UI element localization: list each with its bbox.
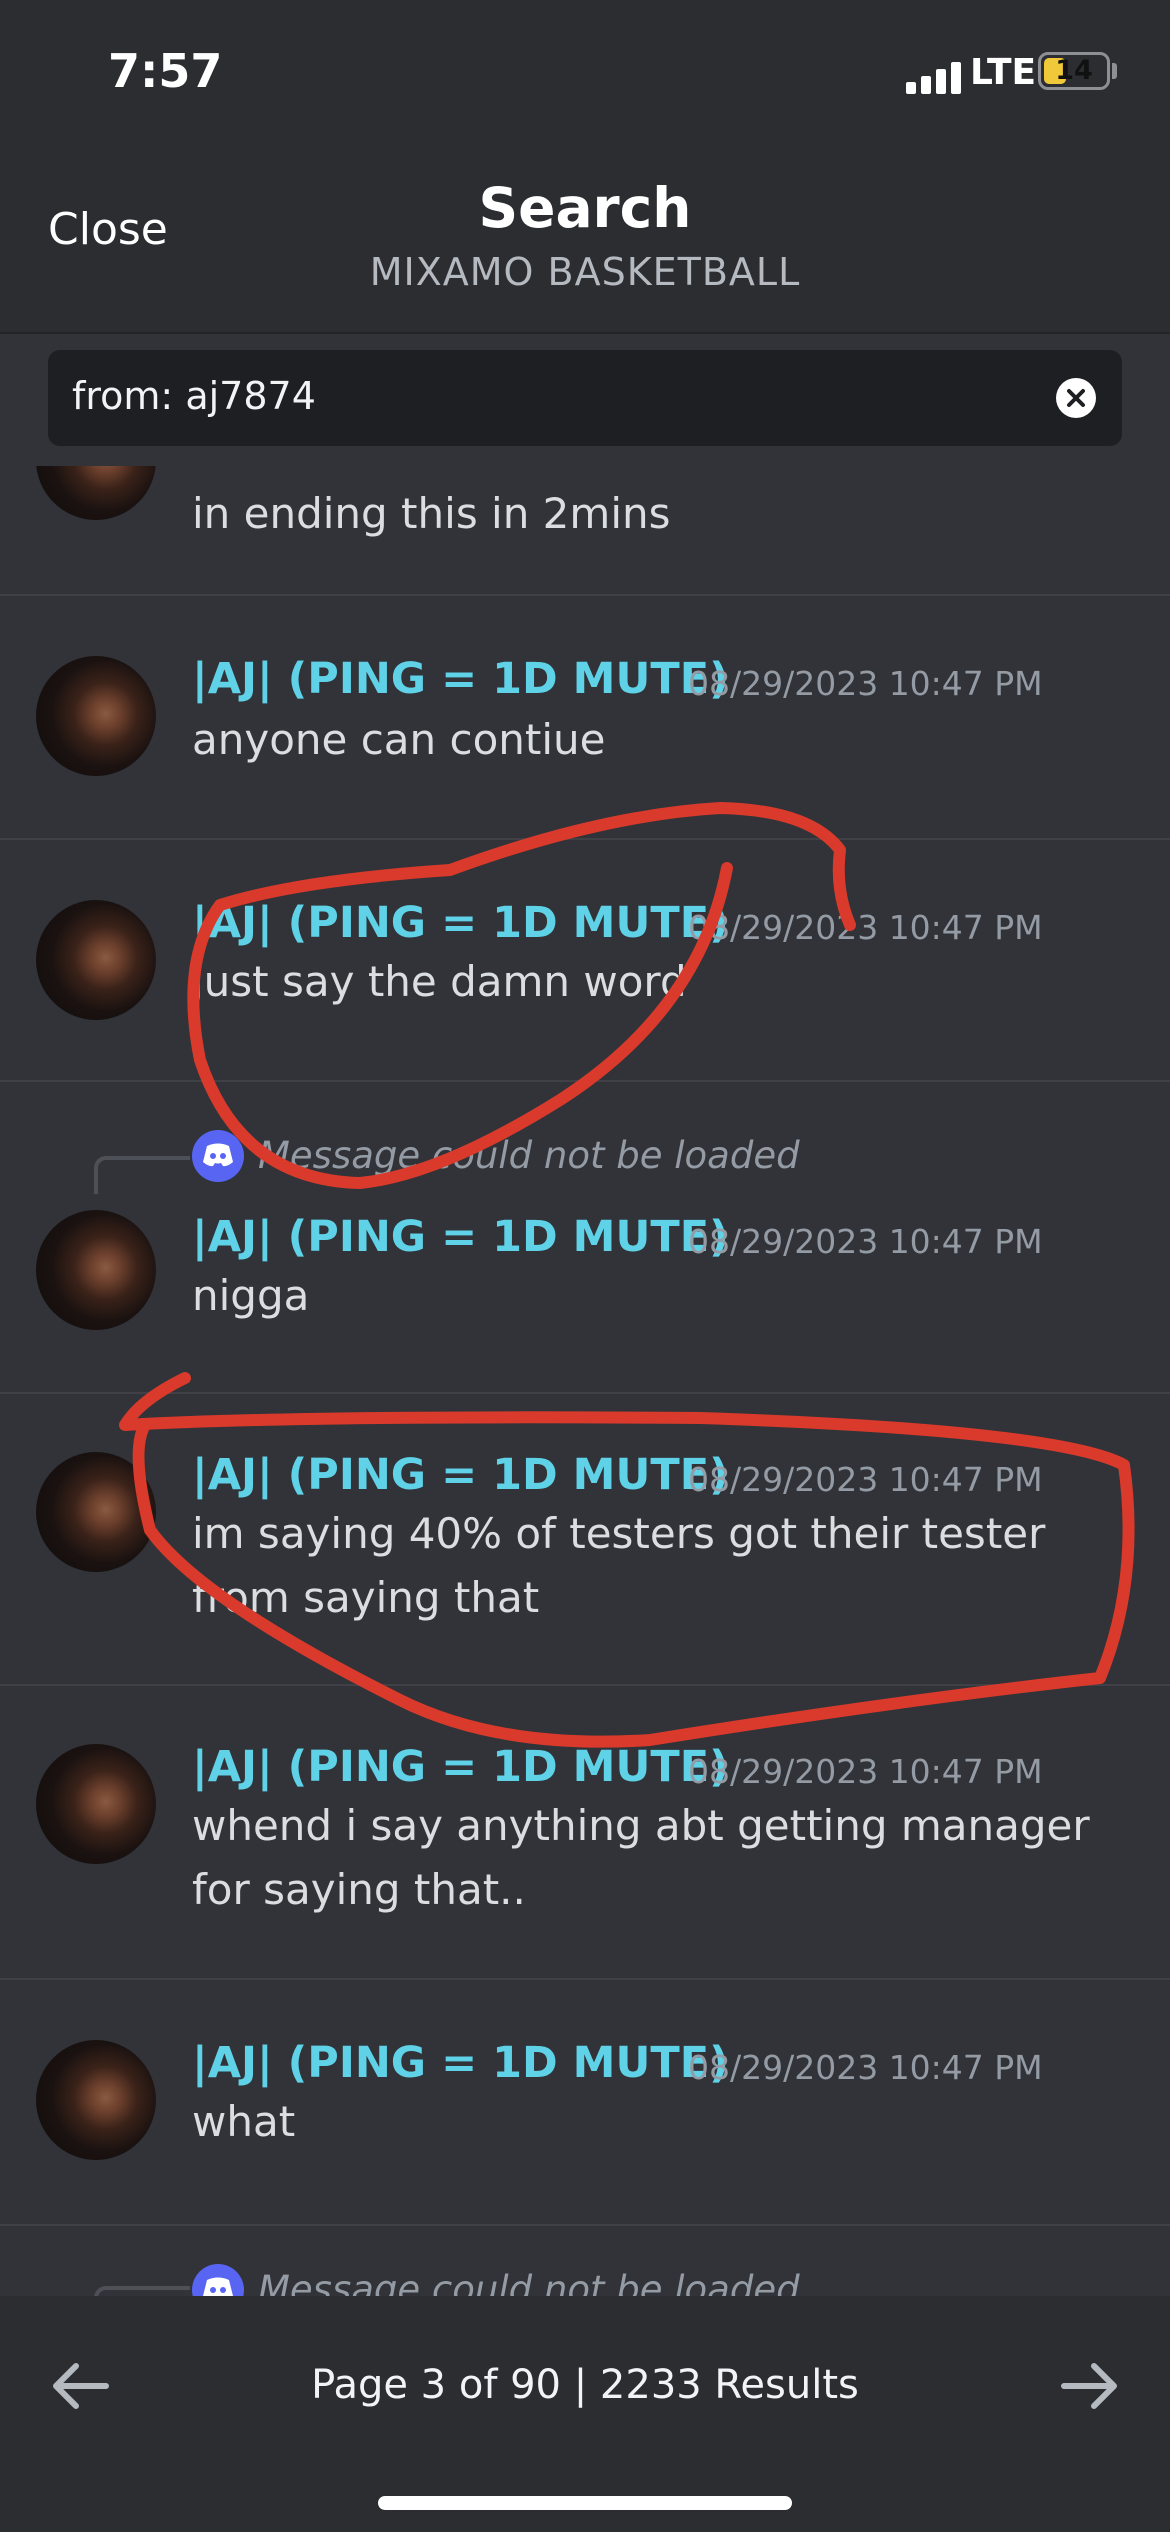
author-name[interactable]: |AJ| (PING = 1D MUTE)	[192, 1450, 729, 1500]
message-text: whend i say anything abt getting manager…	[192, 1801, 1090, 1914]
avatar[interactable]	[36, 656, 156, 776]
close-icon	[1067, 389, 1085, 407]
author-name[interactable]: |AJ| (PING = 1D MUTE)	[192, 1742, 729, 1792]
avatar[interactable]	[36, 1744, 156, 1864]
avatar[interactable]	[36, 466, 156, 520]
message-text: just say the damn word	[192, 957, 687, 1006]
avatar[interactable]	[36, 900, 156, 1020]
arrow-right-icon[interactable]	[1054, 2356, 1126, 2416]
search-result[interactable]: |AJ| (PING = 1D MUTE) 08/29/2023 10:47 P…	[0, 596, 1170, 840]
search-result[interactable]: Message could not be loaded	[0, 2226, 1170, 2296]
reply-connector	[94, 2286, 190, 2296]
server-name: MIXAMO BASKETBALL	[369, 250, 801, 294]
avatar[interactable]	[36, 2040, 156, 2160]
header: Close Search MIXAMO BASKETBALL	[0, 140, 1170, 334]
author-name[interactable]: |AJ| (PING = 1D MUTE)	[192, 1212, 729, 1262]
clear-search-button[interactable]	[1056, 378, 1096, 418]
timestamp: 08/29/2023 10:47 PM	[688, 908, 1043, 947]
author-name[interactable]: |AJ| (PING = 1D MUTE)	[192, 654, 729, 704]
discord-icon	[192, 1130, 244, 1182]
timestamp: 08/29/2023 10:47 PM	[688, 664, 1043, 703]
network-label: LTE	[970, 52, 1037, 93]
pagination-label: Page 3 of 90 | 2233 Results	[311, 2362, 859, 2408]
message-text: anyone can contiue	[192, 715, 606, 764]
signal-icon	[906, 60, 964, 94]
timestamp: 08/29/2023 10:47 PM	[688, 1752, 1043, 1791]
avatar[interactable]	[36, 1210, 156, 1330]
message-text: what	[192, 2097, 296, 2146]
page-title: Search	[478, 176, 692, 240]
message-text: nigga	[192, 1271, 310, 1320]
status-time: 7:57	[108, 44, 223, 98]
search-result[interactable]: |AJ| (PING = 1D MUTE) 08/29/2023 10:47 P…	[0, 1980, 1170, 2226]
author-name[interactable]: |AJ| (PING = 1D MUTE)	[192, 2038, 729, 2088]
timestamp: 08/29/2023 10:47 PM	[688, 2048, 1043, 2087]
timestamp: 08/29/2023 10:47 PM	[688, 1460, 1043, 1499]
search-result[interactable]: Message could not be loaded |AJ| (PING =…	[0, 1082, 1170, 1394]
home-indicator[interactable]	[378, 2496, 792, 2510]
search-result[interactable]: |AJ| (PING = 1D MUTE) 08/29/2023 10:47 P…	[0, 1686, 1170, 1980]
battery-level: 14	[1055, 55, 1093, 86]
search-result[interactable]: |AJ| (PING = 1D MUTE) 08/29/2023 10:47 P…	[0, 840, 1170, 1082]
discord-icon	[192, 2264, 244, 2296]
battery-icon: 14	[1038, 52, 1110, 90]
timestamp: 08/29/2023 10:47 PM	[688, 1222, 1043, 1261]
search-input[interactable]: from: aj7874	[48, 350, 1122, 446]
author-name[interactable]: |AJ| (PING = 1D MUTE)	[192, 898, 729, 948]
message-text: in ending this in 2mins	[192, 489, 671, 538]
message-text: im saying 40% of testers got their teste…	[192, 1509, 1046, 1622]
reply-connector	[94, 1156, 190, 1194]
search-result[interactable]: in ending this in 2mins	[0, 466, 1170, 596]
avatar[interactable]	[36, 1452, 156, 1572]
battery-nub	[1112, 63, 1117, 79]
search-result[interactable]: |AJ| (PING = 1D MUTE) 08/29/2023 10:47 P…	[0, 1394, 1170, 1686]
search-query: from: aj7874	[72, 374, 316, 418]
status-bar: 7:57 LTE 14	[0, 0, 1170, 140]
search-results-list[interactable]: in ending this in 2mins |AJ| (PING = 1D …	[0, 466, 1170, 2296]
reply-preview[interactable]: Message could not be loaded	[258, 1134, 800, 1177]
reply-preview[interactable]: Message could not be loaded	[258, 2268, 800, 2296]
